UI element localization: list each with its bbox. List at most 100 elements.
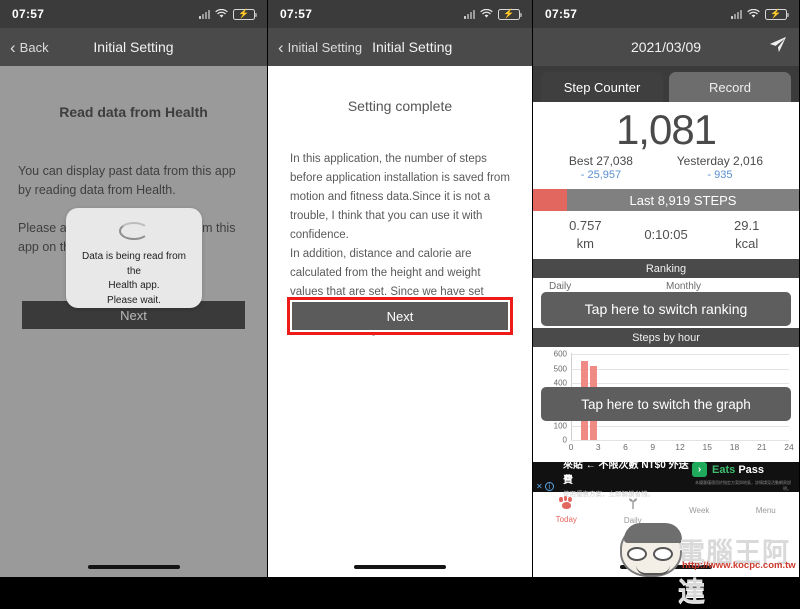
ad-banner[interactable]: ✕ i 來貼 ← 不限次數 NT$0 外送費 使用優惠方案，立即解鎖省錢。 › … (533, 460, 799, 498)
best-stat: Best 27,038 - 25,957 (569, 154, 633, 181)
signal-bars-icon (464, 9, 475, 19)
tab-week[interactable]: Week (666, 505, 733, 515)
panel2-heading: Setting complete (347, 98, 453, 114)
x-axis-tick-label: 3 (595, 442, 601, 453)
ad-controls[interactable]: ✕ i (536, 482, 554, 492)
metric-time: 0:10:05 (626, 226, 707, 244)
metric-calories-unit: kcal (735, 235, 759, 251)
nav-bar: ‹ Initial Setting Initial Setting (268, 28, 532, 66)
sprout-icon (626, 497, 640, 514)
panel-step-counter: 07:57 ⚡ 2021/03/09 Step Counter Record 1… (533, 0, 799, 577)
status-icons: ⚡ (464, 8, 522, 20)
status-time: 07:57 (280, 7, 313, 21)
wifi-icon (480, 9, 493, 19)
x-axis-tick-label: 15 (702, 442, 712, 453)
battery-charging-icon: ⚡ (498, 8, 522, 20)
ad-headline: 來貼 ← 不限次數 NT$0 外送費 (563, 460, 689, 487)
x-axis-tick-label: 12 (675, 442, 685, 453)
y-axis-tick-label: 0 (562, 435, 567, 445)
wifi-icon (215, 9, 228, 19)
three-phone-screenshots: 07:57 ⚡ ‹ Back Initial Setting Read data… (0, 0, 800, 577)
metric-distance-value: 0.757 (569, 218, 602, 234)
tab-daily-label: Daily (623, 515, 642, 525)
status-bar: 07:57 ⚡ (0, 0, 267, 28)
home-indicator (268, 565, 532, 569)
chevron-left-icon: ‹ (10, 37, 16, 57)
metric-distance-unit: km (576, 235, 594, 251)
tab-menu[interactable]: Menu (733, 505, 800, 515)
switch-ranking-tooltip[interactable]: Tap here to switch ranking (541, 292, 791, 327)
tab-today-label: Today (555, 515, 577, 525)
nav-bar: 2021/03/09 (533, 28, 799, 66)
panel-setting-complete: 07:57 ⚡ ‹ Initial Setting Initial Settin… (267, 0, 533, 577)
ad-brand-pass: Pass (738, 463, 765, 476)
chart-gridline (571, 382, 789, 384)
chevron-right-icon: › (692, 462, 708, 478)
signal-bars-icon (199, 9, 210, 19)
x-axis-tick-label: 24 (784, 442, 794, 453)
back-button[interactable]: ‹ Back (10, 39, 49, 56)
ad-text-block: 來貼 ← 不限次數 NT$0 外送費 使用優惠方案，立即解鎖省錢。 (563, 456, 692, 498)
chart-gridline (571, 354, 789, 356)
tab-daily[interactable]: Daily (600, 496, 667, 525)
x-axis-tick-label: 21 (757, 442, 767, 453)
steps-today-value: 1,081 (615, 106, 717, 153)
tab-today[interactable]: Today (533, 496, 600, 524)
panel1-paragraph-1: You can display past data from this app … (18, 164, 236, 198)
y-axis-tick-label: 500 (553, 364, 567, 374)
yesterday-stat: Yesterday 2,016 - 935 (677, 154, 763, 181)
ranking-labels: Daily Monthly (533, 278, 799, 292)
ad-brand-eats: Eats (712, 463, 736, 476)
chevron-left-icon: ‹ (278, 37, 284, 57)
paper-plane-icon[interactable] (768, 35, 787, 59)
yesterday-delta: - 935 (707, 169, 733, 182)
metrics-row: 0.757 km 0:10:05 29.1 kcal (533, 211, 799, 259)
battery-charging-icon: ⚡ (765, 8, 789, 20)
back-button[interactable]: ‹ Initial Setting (278, 39, 362, 56)
tab-step-counter[interactable]: Step Counter (541, 72, 663, 102)
ranking-section-title: Ranking (533, 259, 799, 279)
ad-subline: 使用優惠方案，立即解鎖省錢。 (563, 491, 654, 499)
x-axis-tick-label: 6 (623, 442, 628, 453)
paw-icon (558, 496, 574, 509)
tab-week-label: Week (689, 506, 710, 516)
loading-modal: Data is being read from the Health app. … (66, 208, 202, 308)
x-axis-ticks: 0 3 6 9 12 15 18 21 24 (568, 441, 794, 455)
next-button[interactable]: Next (292, 302, 508, 330)
ranking-monthly-label: Monthly (666, 281, 702, 293)
x-axis-tick-label: 0 (568, 442, 574, 453)
metric-calories: 29.1 kcal (706, 217, 787, 252)
last-steps-label: Last 8,919 STEPS (567, 189, 799, 212)
metric-distance: 0.757 km (545, 217, 626, 252)
battery-charging-icon: ⚡ (233, 8, 257, 20)
tab-record[interactable]: Record (669, 72, 791, 102)
close-icon[interactable]: ✕ (536, 482, 543, 491)
metric-calories-value: 29.1 (734, 218, 760, 234)
back-label: Initial Setting (287, 39, 363, 55)
nav-bar: ‹ Back Initial Setting (0, 28, 267, 66)
info-icon[interactable]: i (544, 482, 554, 492)
status-icons: ⚡ (731, 8, 789, 20)
last-steps-progress: Last 8,919 STEPS (533, 189, 799, 212)
page-title: Initial Setting (372, 39, 453, 55)
tab-bar-top: Step Counter Record (533, 66, 799, 102)
x-axis-tick-label: 18 (729, 442, 740, 453)
status-time: 07:57 (545, 7, 578, 21)
loading-spinner-icon (119, 222, 149, 240)
switch-graph-tooltip[interactable]: Tap here to switch the graph (541, 387, 791, 422)
modal-line-3: Please wait. (107, 294, 161, 306)
chart-gridline (571, 368, 789, 370)
x-axis-tick-label: 9 (650, 442, 656, 453)
graph-section-title: Steps by hour (533, 328, 799, 348)
status-bar: 07:57 ⚡ (533, 0, 799, 28)
modal-line-1: Data is being read from the (82, 251, 186, 277)
y-axis-tick-label: 400 (553, 378, 567, 388)
steps-by-hour-chart[interactable]: 0100200300400500600 03691215182124 Tap h… (533, 347, 799, 463)
progress-fill (533, 189, 567, 212)
home-indicator (0, 565, 267, 569)
panel1-heading: Read data from Health (59, 104, 208, 120)
y-axis-tick-label: 600 (553, 349, 567, 359)
steps-comparison-row: Best 27,038 - 25,957 Yesterday 2,016 - 9… (533, 154, 799, 181)
ranking-daily-label: Daily (549, 281, 572, 293)
wifi-icon (747, 9, 760, 19)
